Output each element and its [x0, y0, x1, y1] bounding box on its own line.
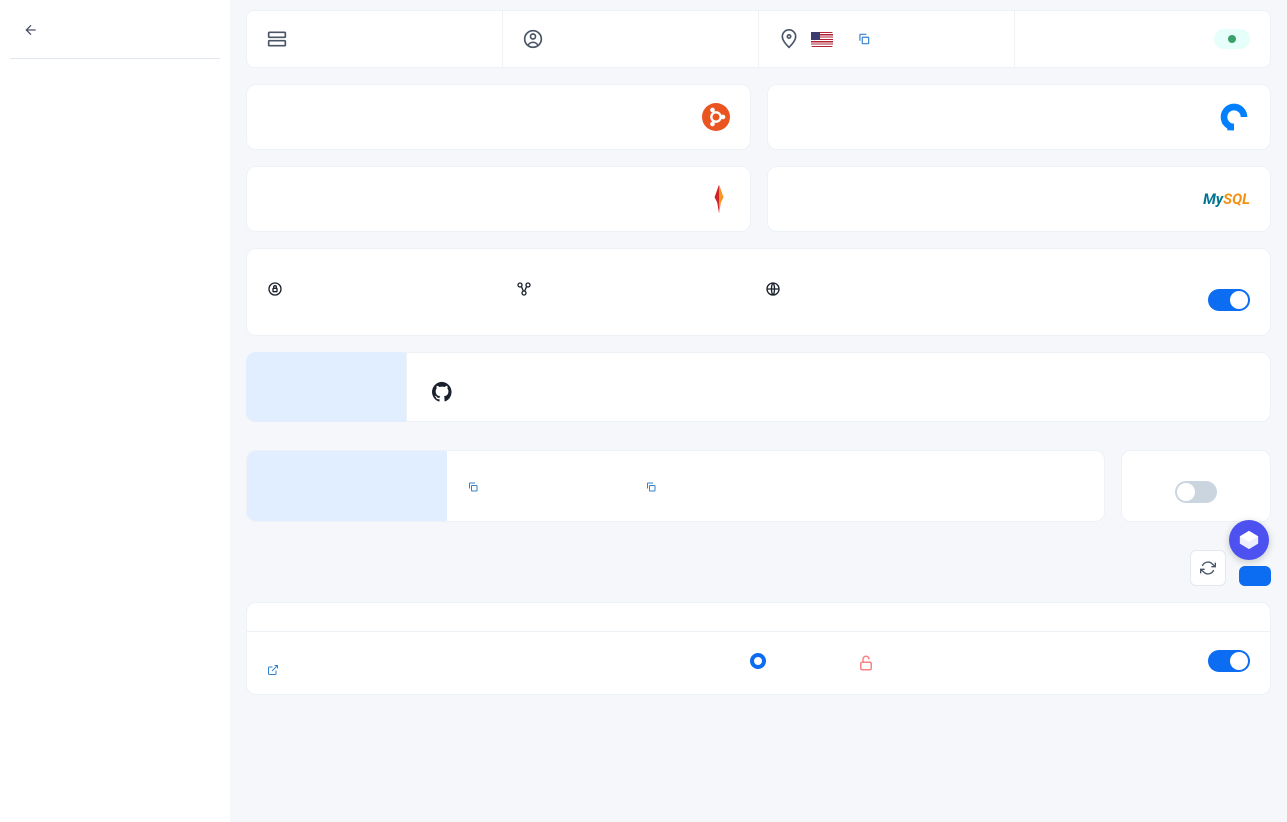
app-enabled-toggle[interactable] [1208, 289, 1250, 311]
mysql-icon: MySQL [1203, 190, 1250, 208]
arrow-left-icon [22, 21, 40, 39]
sftp-enabled-toggle[interactable] [1175, 481, 1217, 503]
location-icon [779, 29, 799, 49]
sftp-tab[interactable] [247, 451, 447, 521]
ssl-lock-icon[interactable] [857, 654, 1054, 672]
refresh-domains-button[interactable] [1190, 550, 1226, 586]
ssl-lock-icon [267, 281, 283, 297]
server-icon [267, 29, 287, 49]
git-tab[interactable] [246, 352, 406, 422]
status-cell [1015, 11, 1270, 67]
provider-card [767, 84, 1272, 150]
sftp-host-block [467, 473, 633, 499]
github-icon [431, 381, 664, 403]
app-name-block [516, 281, 753, 315]
ssl-block [267, 281, 504, 315]
help-fab[interactable] [1229, 520, 1269, 560]
ip-cell [759, 11, 1015, 67]
add-domain-button[interactable] [1239, 566, 1271, 586]
primary-domain-block [765, 281, 1073, 315]
user-icon [523, 29, 543, 49]
sftp-enabled-card [1121, 450, 1271, 522]
external-link-icon[interactable] [267, 664, 660, 676]
app-detail-title [247, 249, 1270, 277]
copy-user-icon[interactable] [645, 481, 839, 493]
copy-host-icon[interactable] [467, 481, 633, 493]
sidebar [0, 0, 230, 822]
git-provider-block [431, 371, 664, 403]
os-card [246, 84, 751, 150]
git-card [246, 352, 1271, 422]
sftp-row [246, 450, 1271, 522]
sftp-pass-block [851, 473, 1003, 499]
database-card: MySQL [767, 166, 1272, 232]
us-flag-icon [811, 32, 833, 47]
sftp-port-block [1015, 473, 1084, 499]
app-enabled-block [1084, 281, 1250, 315]
copy-ip-icon[interactable] [857, 32, 871, 46]
server-summary-row [246, 10, 1271, 68]
git-repo-block [676, 371, 1002, 403]
sftp-user-block [645, 473, 839, 499]
main-content: MySQL [230, 0, 1287, 822]
info-grid: MySQL [246, 84, 1271, 232]
back-to-applications[interactable] [10, 10, 220, 50]
cloudflare-section-title [10, 67, 220, 87]
git-branch-block [1013, 371, 1246, 403]
domains-header [246, 550, 1271, 586]
digitalocean-icon [1218, 101, 1250, 133]
application-detail-card [246, 248, 1271, 336]
ubuntu-icon [702, 103, 730, 131]
server-name-cell [247, 11, 503, 67]
connected-badge [1214, 29, 1250, 49]
app-icon [516, 281, 532, 297]
sftp-card [246, 450, 1105, 522]
apache-icon [708, 183, 730, 215]
primary-domain-radio[interactable] [750, 653, 766, 669]
owned-by-cell [503, 11, 759, 67]
globe-icon [765, 281, 781, 297]
domain-table [246, 602, 1271, 695]
domain-row [247, 632, 1270, 694]
domain-enabled-toggle[interactable] [1208, 650, 1250, 672]
webserver-card [246, 166, 751, 232]
